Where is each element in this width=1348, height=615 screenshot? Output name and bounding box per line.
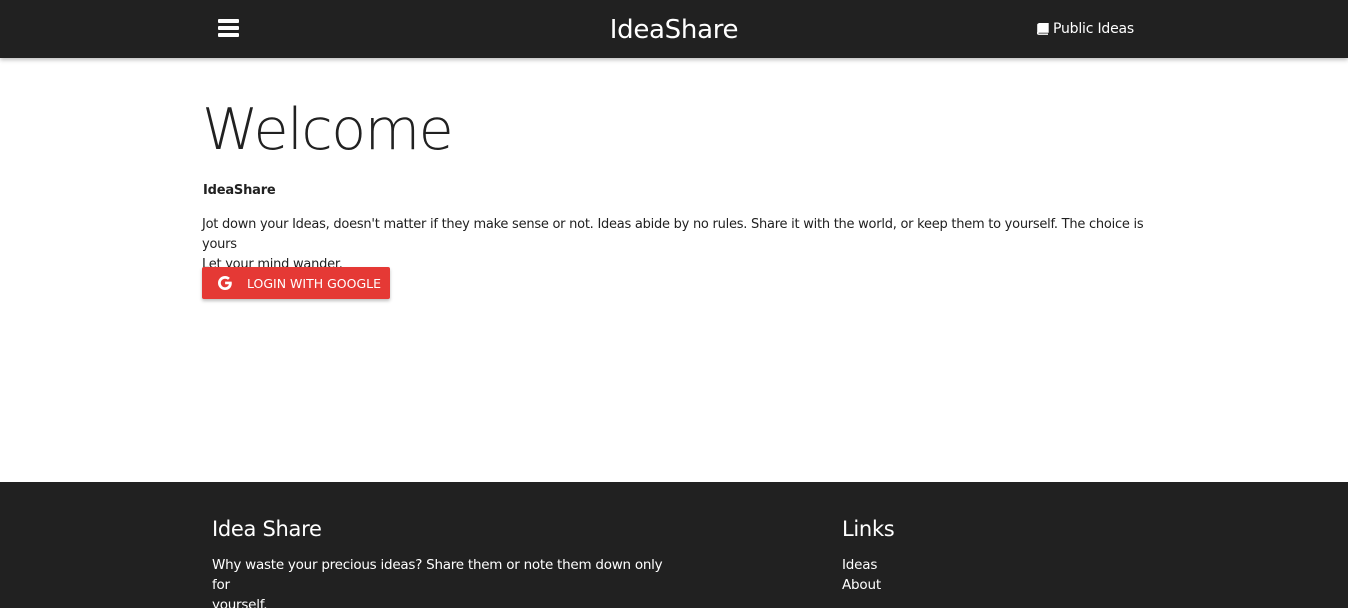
login-button-label: LOGIN WITH GOOGLE <box>247 275 382 291</box>
footer-links-section: Links Ideas About <box>842 516 1142 595</box>
footer-links-title: Links <box>842 517 895 541</box>
page-title: Welcome <box>202 97 454 163</box>
footer-about-section: Idea Share Why waste your precious ideas… <box>212 516 672 615</box>
footer-about-text-line-1: Why waste your precious ideas? Share the… <box>212 557 663 593</box>
public-ideas-link[interactable]: Public Ideas <box>1036 20 1134 38</box>
description-line-1: Jot down your Ideas, doesn't matter if t… <box>202 217 1144 252</box>
footer-about-title: Idea Share <box>212 517 322 541</box>
book-icon <box>1036 23 1049 35</box>
footer-about-text-line-2: yourself. <box>212 597 268 613</box>
public-ideas-label: Public Ideas <box>1053 21 1134 37</box>
login-with-google-button[interactable]: LOGIN WITH GOOGLE <box>202 267 390 299</box>
google-g-icon <box>217 275 233 291</box>
footer-link-ideas[interactable]: Ideas <box>842 555 1142 575</box>
footer-about-text: Why waste your precious ideas? Share the… <box>212 555 672 615</box>
brand-title[interactable]: IdeaShare <box>610 15 739 45</box>
top-navbar: IdeaShare Public Ideas <box>0 0 1348 58</box>
app-subheading: IdeaShare <box>203 183 276 198</box>
footer-link-about[interactable]: About <box>842 575 1142 595</box>
page-footer: Idea Share Why waste your precious ideas… <box>0 482 1348 613</box>
app-description: Jot down your Ideas, doesn't matter if t… <box>202 215 1146 275</box>
footer-links-list: Ideas About <box>842 555 1142 595</box>
brand-logo: IdeaShare <box>0 13 1348 47</box>
